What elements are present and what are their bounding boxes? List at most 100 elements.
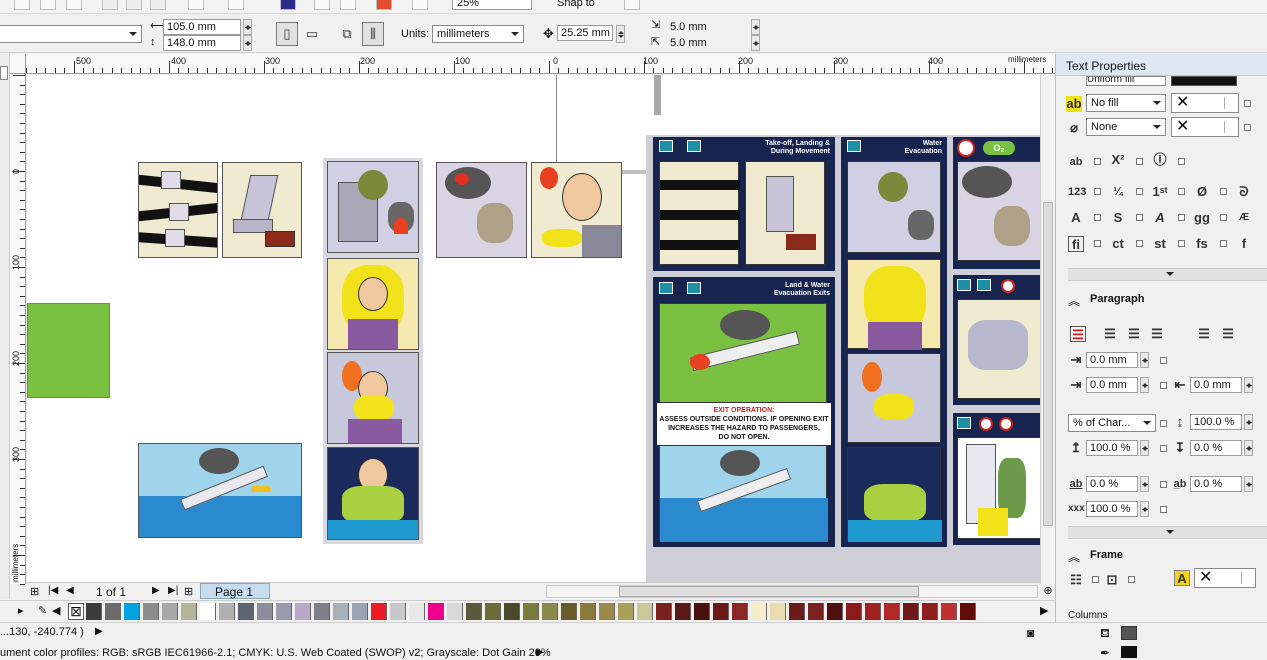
all-pages-button[interactable]: ⧉ <box>336 22 358 46</box>
add-page-after-icon[interactable]: ⊞ <box>184 585 193 598</box>
background-fill-select[interactable]: No fill <box>1086 94 1166 112</box>
color-swatch[interactable] <box>656 603 672 620</box>
align-center-icon[interactable]: ☰ <box>1126 326 1142 342</box>
superscript-option[interactable] <box>1136 158 1143 165</box>
add-page-icon[interactable]: ⊞ <box>30 585 39 598</box>
door-exit-panel[interactable] <box>957 437 1040 539</box>
vertical-scrollbar[interactable] <box>1040 74 1055 584</box>
color-swatch[interactable] <box>466 603 482 620</box>
height-spinner[interactable] <box>243 35 252 51</box>
vest-panel[interactable] <box>847 353 941 443</box>
ligature-f-icon[interactable]: f <box>1236 236 1252 252</box>
stylistic-alt-option[interactable] <box>1178 214 1185 221</box>
copy-icon[interactable] <box>126 0 142 10</box>
color-swatch[interactable] <box>105 603 121 620</box>
safety-card-right[interactable]: Water Evacuation <box>841 137 947 547</box>
ligature-fs-icon[interactable]: fs <box>1194 236 1210 252</box>
color-swatch[interactable] <box>846 603 862 620</box>
exit-row-panel[interactable] <box>957 299 1040 399</box>
color-swatch[interactable] <box>865 603 881 620</box>
color-swatch[interactable] <box>561 603 577 620</box>
no-alignment-icon[interactable]: ☰ <box>1070 326 1086 342</box>
stylistic-g-icon[interactable]: gg <box>1194 210 1210 226</box>
left-indent-field[interactable]: 0.0 mm <box>1086 377 1138 393</box>
palette-scroll-right-icon[interactable]: ▶ <box>1040 604 1048 617</box>
water-crash-panel[interactable] <box>659 445 828 542</box>
scroll-thumb[interactable] <box>1043 202 1053 526</box>
ligature-ct-icon[interactable]: ct <box>1110 236 1126 252</box>
seat-upright-panel[interactable] <box>745 161 825 265</box>
oxygen-mask-adult-panel[interactable] <box>531 162 622 258</box>
fill-color-swatch[interactable] <box>1121 626 1137 640</box>
before-paragraph-spinner[interactable] <box>1140 440 1149 456</box>
horizontal-scrollbar[interactable] <box>546 585 1038 598</box>
seat-illustration[interactable] <box>222 162 302 258</box>
zoom-fit-icon[interactable]: ⊕ <box>1041 584 1055 598</box>
duplicate-y-spinner[interactable] <box>751 35 760 51</box>
oxygen-mask-panel[interactable] <box>327 258 419 350</box>
color-swatch[interactable] <box>390 603 406 620</box>
columns-icon[interactable]: ☷ <box>1068 572 1084 588</box>
first-line-indent-field[interactable]: 0.0 mm <box>1086 352 1138 368</box>
color-swatch[interactable] <box>713 603 729 620</box>
life-vest-panel[interactable] <box>327 352 419 444</box>
color-swatch[interactable] <box>238 603 254 620</box>
bg-fill-option[interactable] <box>1244 100 1251 107</box>
color-swatch[interactable] <box>542 603 558 620</box>
prev-page-icon[interactable]: ◀ <box>66 585 74 596</box>
color-swatch[interactable] <box>770 603 786 620</box>
expand-icon[interactable]: ▶ <box>95 626 103 637</box>
horizontal-ruler[interactable]: 500 400 300 200 100 0 100 200 300 400 mi… <box>26 54 1055 74</box>
outline-color-swatch[interactable] <box>1121 646 1137 658</box>
slashed-zero-option[interactable] <box>1220 188 1227 195</box>
line-spacing-unit-option[interactable] <box>1160 420 1167 427</box>
color-swatch[interactable] <box>219 603 235 620</box>
safety-card-third[interactable]: O₂ <box>953 137 1040 269</box>
width-spinner[interactable] <box>243 19 252 35</box>
underline-icon[interactable]: ab <box>1068 154 1084 170</box>
safety-card-third-mid[interactable] <box>953 275 1040 405</box>
nudge-distance-field[interactable]: 25.25 mm <box>557 25 613 41</box>
palette-scroll-left-icon[interactable]: ◀ <box>52 604 60 617</box>
color-swatch[interactable] <box>580 603 596 620</box>
language-spacing-spinner[interactable] <box>1140 501 1149 517</box>
word-spacing-spinner[interactable] <box>1244 476 1253 492</box>
ordinal-superscript-icon[interactable]: 1ˢᵗ <box>1152 184 1168 200</box>
case-icon[interactable]: Ⓘ <box>1152 152 1168 168</box>
ordinal-sup-option[interactable] <box>1178 188 1185 195</box>
ligature-st-option[interactable] <box>1178 240 1185 247</box>
green-rectangle[interactable] <box>27 303 110 398</box>
no-color-swatch[interactable]: ⊠ <box>68 603 84 620</box>
ligature-fi-option[interactable] <box>1094 240 1101 247</box>
fraction-icon[interactable]: ¼ <box>1110 184 1126 200</box>
fill-bucket-icon[interactable]: ⛾ <box>1100 626 1110 642</box>
outline-pen-icon[interactable]: ✒ <box>1100 646 1110 660</box>
color-swatch[interactable] <box>143 603 159 620</box>
color-swatch[interactable] <box>504 603 520 620</box>
scroll-thumb[interactable] <box>619 586 919 597</box>
smoke-panel[interactable] <box>436 162 527 258</box>
color-swatch[interactable] <box>447 603 463 620</box>
water-crash-illustration[interactable] <box>138 443 302 538</box>
next-page-icon[interactable]: ▶ <box>152 585 160 596</box>
color-swatch[interactable] <box>922 603 938 620</box>
color-swatch[interactable] <box>618 603 634 620</box>
align-left-icon[interactable]: ☰ <box>1102 326 1118 342</box>
stylistic-alt-icon[interactable]: A <box>1152 210 1168 226</box>
paste-icon[interactable] <box>150 0 166 10</box>
fill-color-select[interactable] <box>1171 76 1237 86</box>
word-spacing-field[interactable]: 0.0 % <box>1190 476 1242 492</box>
fraction-option[interactable] <box>1136 188 1143 195</box>
color-swatch[interactable] <box>694 603 710 620</box>
last-page-icon[interactable]: ▶| <box>168 585 178 596</box>
first-line-indent-spinner[interactable] <box>1140 352 1149 368</box>
force-justify-icon[interactable]: ☰ <box>1220 326 1236 342</box>
ligature-fs-option[interactable] <box>1220 240 1227 247</box>
print-icon[interactable] <box>66 0 82 10</box>
guideline[interactable] <box>556 75 557 170</box>
frame-background-select[interactable]: ✕ <box>1194 568 1256 588</box>
inflate-panel[interactable] <box>847 447 942 542</box>
color-swatch[interactable] <box>181 603 197 620</box>
frame-fit-icon[interactable]: ⊡ <box>1104 572 1120 588</box>
drawing-canvas[interactable]: Take-off, Landing & During Movement Land… <box>27 75 1040 582</box>
